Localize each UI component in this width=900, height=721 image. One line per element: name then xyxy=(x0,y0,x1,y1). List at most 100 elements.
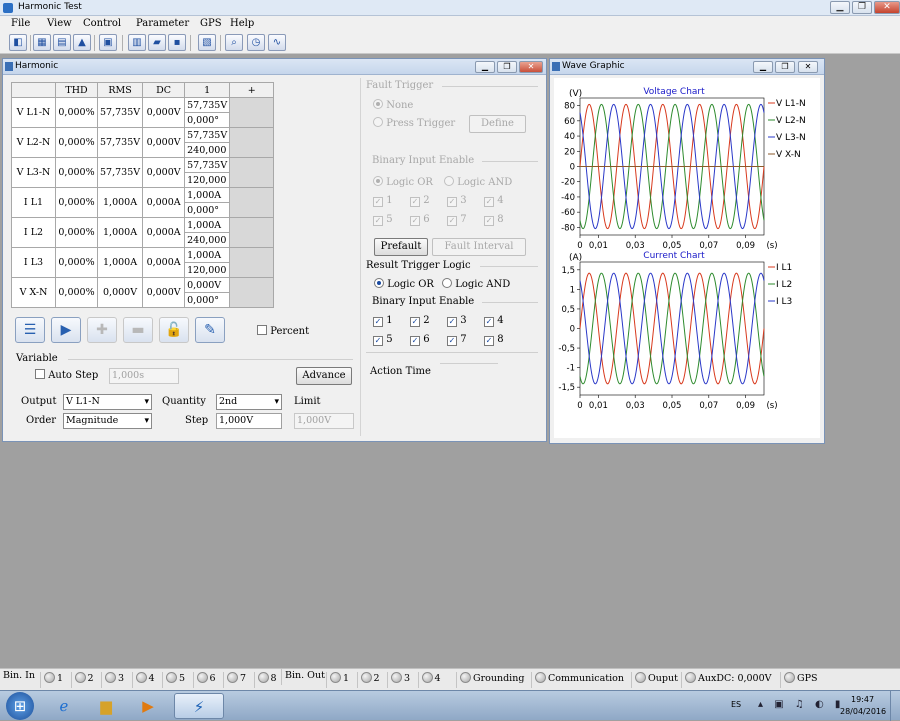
menu-gps[interactable]: GPS xyxy=(200,18,222,29)
prefault-button[interactable]: Prefault xyxy=(374,238,428,256)
checkbox[interactable]: ✓ xyxy=(373,197,383,207)
back-icon[interactable]: ◧ xyxy=(9,34,27,51)
checkbox[interactable]: ✓ xyxy=(373,336,383,346)
edit-button[interactable]: ✎ xyxy=(195,317,225,343)
thd-cell[interactable]: 0,000% xyxy=(55,277,98,308)
checkbox[interactable]: ✓ xyxy=(447,216,457,226)
device-icon[interactable]: ▣ xyxy=(99,34,117,51)
magnitude-cell[interactable]: 57,735V xyxy=(184,97,231,113)
result-trigger-input-3[interactable]: ✓ 3 xyxy=(447,315,467,327)
export-icon[interactable]: ▧ xyxy=(198,34,216,51)
dc-cell[interactable]: 0,000A xyxy=(142,247,186,278)
fault-trigger-input-6[interactable]: ✓ 6 xyxy=(410,214,430,226)
menu-file[interactable]: File xyxy=(11,18,30,29)
dc-cell[interactable]: 0,000A xyxy=(142,217,186,248)
checkbox[interactable]: ✓ xyxy=(484,317,494,327)
result-trigger-input-2[interactable]: ✓ 2 xyxy=(410,315,430,327)
fault-logic-or-radio[interactable] xyxy=(373,176,383,186)
result-logic-and-radio[interactable] xyxy=(442,278,452,288)
percent-checkbox[interactable] xyxy=(257,325,267,335)
show-desktop-button[interactable] xyxy=(890,691,900,721)
auto-step-row[interactable]: Auto Step xyxy=(35,369,98,381)
thd-cell[interactable]: 0,000% xyxy=(55,187,98,218)
harmonic-app-task[interactable]: ⚡ xyxy=(174,693,224,719)
phase-cell[interactable]: 240,000 xyxy=(184,142,231,158)
fault-logic-and-row[interactable]: Logic AND xyxy=(444,176,512,188)
wave-minimize-button[interactable]: ▁ xyxy=(753,61,773,73)
checkbox[interactable]: ✓ xyxy=(484,216,494,226)
checkbox[interactable]: ✓ xyxy=(484,197,494,207)
clock-date[interactable]: 28/04/2016 xyxy=(840,707,886,716)
result-trigger-input-8[interactable]: ✓ 8 xyxy=(484,334,504,346)
order-select[interactable]: Magnitude xyxy=(63,413,152,429)
search-icon[interactable]: ⌕ xyxy=(225,34,243,51)
internet-explorer-icon[interactable]: ℯ xyxy=(46,693,82,719)
harmonic-maximize-button[interactable]: ❐ xyxy=(497,61,517,73)
checkbox[interactable]: ✓ xyxy=(410,216,420,226)
rms-cell[interactable]: 0,000V xyxy=(96,277,144,308)
header-add[interactable]: + xyxy=(229,82,275,98)
press-trigger-radio[interactable] xyxy=(373,117,383,127)
auto-step-input[interactable]: 1,000s xyxy=(109,368,179,384)
phase-cell[interactable]: 120,000 xyxy=(184,262,231,278)
rms-cell[interactable]: 1,000A xyxy=(96,187,144,218)
result-trigger-input-1[interactable]: ✓ 1 xyxy=(373,315,393,327)
result-trigger-input-6[interactable]: ✓ 6 xyxy=(410,334,430,346)
thd-cell[interactable]: 0,000% xyxy=(55,127,98,158)
magnitude-cell[interactable]: 1,000A xyxy=(184,217,231,233)
add-button[interactable]: ✚ xyxy=(87,317,117,343)
harmonic-minimize-button[interactable]: ▁ xyxy=(475,61,495,73)
lock-button[interactable]: 🔓 xyxy=(159,317,189,343)
phase-cell[interactable]: 0,000° xyxy=(184,292,231,308)
fault-none-radio[interactable] xyxy=(373,99,383,109)
checkbox[interactable]: ✓ xyxy=(373,317,383,327)
fault-trigger-input-5[interactable]: ✓ 5 xyxy=(373,214,393,226)
checkbox[interactable]: ✓ xyxy=(373,216,383,226)
open-folder-icon[interactable]: ▰ xyxy=(148,34,166,51)
checkbox[interactable]: ✓ xyxy=(410,317,420,327)
checkbox[interactable]: ✓ xyxy=(447,336,457,346)
dc-cell[interactable]: 0,000V xyxy=(142,277,186,308)
thd-cell[interactable]: 0,000% xyxy=(55,157,98,188)
result-logic-or-row[interactable]: Logic OR xyxy=(374,278,434,290)
dc-cell[interactable]: 0,000V xyxy=(142,127,186,158)
close-button[interactable]: ✕ xyxy=(874,1,900,14)
wave-maximize-button[interactable]: ❐ xyxy=(775,61,795,73)
result-trigger-input-7[interactable]: ✓ 7 xyxy=(447,334,467,346)
define-button[interactable]: Define xyxy=(469,115,526,133)
media-player-icon[interactable]: ▶ xyxy=(130,693,166,719)
result-logic-or-radio[interactable] xyxy=(374,278,384,288)
press-trigger-row[interactable]: Press Trigger xyxy=(373,117,455,129)
checkbox[interactable]: ✓ xyxy=(484,336,494,346)
maximize-button[interactable]: ❐ xyxy=(852,1,872,14)
play-button[interactable]: ▶ xyxy=(51,317,81,343)
fault-logic-or-row[interactable]: Logic OR xyxy=(373,176,433,188)
magnitude-cell[interactable]: 1,000A xyxy=(184,187,231,203)
result-trigger-input-4[interactable]: ✓ 4 xyxy=(484,315,504,327)
fault-logic-and-radio[interactable] xyxy=(444,176,454,186)
rms-cell[interactable]: 1,000A xyxy=(96,217,144,248)
harmonic-close-button[interactable]: ✕ xyxy=(519,61,543,73)
start-button[interactable]: ⊞ xyxy=(6,692,34,720)
settings-icon[interactable]: ▦ xyxy=(33,34,51,51)
magnitude-cell[interactable]: 57,735V xyxy=(184,127,231,143)
rms-cell[interactable]: 1,000A xyxy=(96,247,144,278)
rms-cell[interactable]: 57,735V xyxy=(96,157,144,188)
table-icon[interactable]: ▤ xyxy=(53,34,71,51)
fault-none-row[interactable]: None xyxy=(373,99,413,111)
step-input[interactable]: 1,000V xyxy=(216,413,282,429)
quantity-select[interactable]: 2nd xyxy=(216,394,282,410)
magnitude-cell[interactable]: 57,735V xyxy=(184,157,231,173)
clock-time[interactable]: 19:47 xyxy=(851,695,874,704)
file-explorer-icon[interactable]: ▆ xyxy=(88,693,124,719)
menu-control[interactable]: Control xyxy=(83,18,121,29)
fault-trigger-input-7[interactable]: ✓ 7 xyxy=(447,214,467,226)
phase-cell[interactable]: 0,000° xyxy=(184,202,231,218)
advance-button[interactable]: Advance xyxy=(296,367,352,385)
thd-cell[interactable]: 0,000% xyxy=(55,217,98,248)
magnitude-cell[interactable]: 0,000V xyxy=(184,277,231,293)
fault-interval-button[interactable]: Fault Interval xyxy=(432,238,526,256)
output-select[interactable]: V L1-N xyxy=(63,394,152,410)
checkbox[interactable]: ✓ xyxy=(410,197,420,207)
menu-parameter[interactable]: Parameter xyxy=(136,18,189,29)
